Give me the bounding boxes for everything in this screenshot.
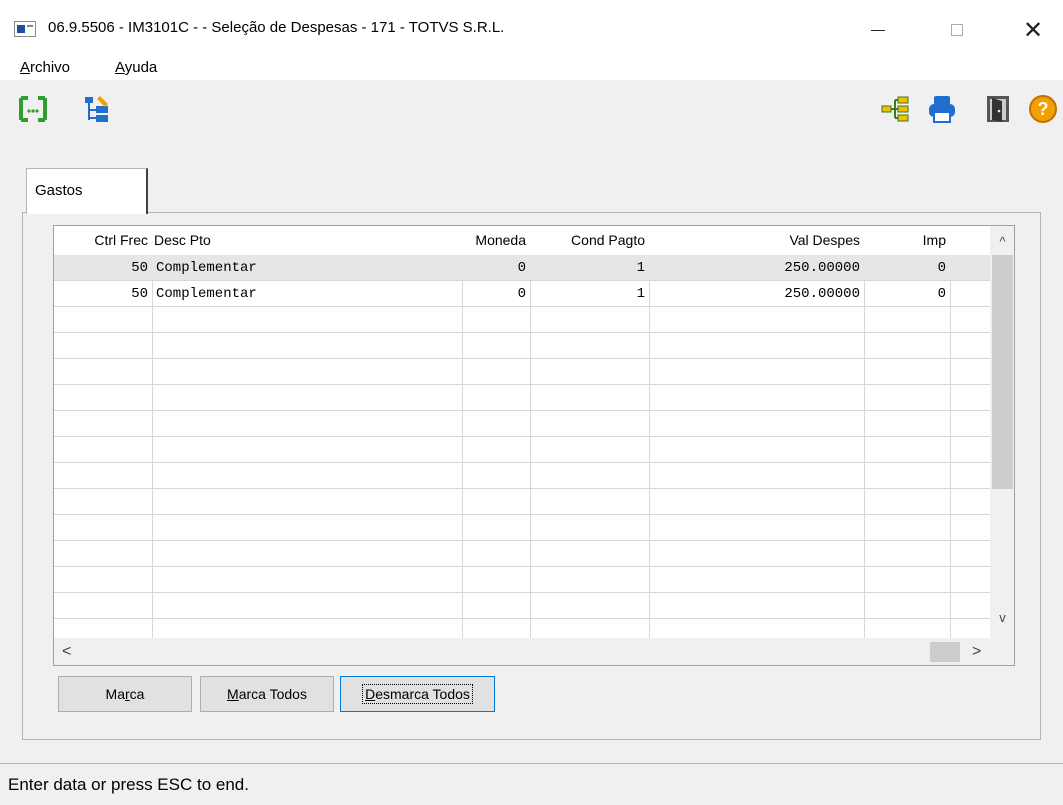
table-row[interactable] — [54, 333, 990, 359]
exit-door-icon[interactable] — [983, 94, 1013, 124]
menu-bar: Archivo Ayuda — [0, 58, 1063, 80]
table-cell[interactable]: 0 — [462, 281, 530, 307]
column-header[interactable]: Cond Pagto — [530, 226, 649, 255]
table-cell[interactable]: Complementar — [152, 255, 462, 281]
svg-text:?: ? — [1038, 99, 1049, 119]
menu-ayuda[interactable]: Ayuda — [115, 59, 157, 76]
column-header[interactable]: Desc Pto — [152, 226, 462, 255]
table-cell[interactable]: 0 — [864, 255, 950, 281]
brackets-icon[interactable] — [18, 94, 48, 124]
table-row[interactable]: 50 Complementar 0 1 250.00000 0 — [54, 281, 990, 307]
table-row[interactable] — [54, 567, 990, 593]
tab-gastos[interactable]: Gastos — [26, 168, 148, 214]
table-cell[interactable]: Complementar — [152, 281, 462, 307]
table-cell[interactable]: 1 — [530, 281, 649, 307]
toolbar: ? — [0, 84, 1063, 132]
scroll-left-arrow[interactable]: < — [62, 643, 71, 661]
table-row[interactable] — [54, 307, 990, 333]
scroll-up-arrow[interactable]: ^ — [990, 234, 1014, 249]
scroll-down-arrow[interactable]: v — [990, 610, 1014, 625]
table-row[interactable]: 50 Complementar 0 1 250.00000 0 — [54, 255, 990, 281]
minimize-icon — [871, 29, 885, 31]
vertical-scrollbar[interactable]: ^ v — [990, 226, 1014, 638]
table-row[interactable] — [54, 359, 990, 385]
help-icon[interactable]: ? — [1028, 94, 1058, 124]
table-row[interactable] — [54, 515, 990, 541]
tree-edit-icon[interactable] — [82, 94, 112, 124]
table-row[interactable] — [54, 593, 990, 619]
table-cell[interactable]: 50 — [54, 255, 152, 281]
table-row[interactable] — [54, 411, 990, 437]
marca-button[interactable]: Marca — [58, 676, 192, 712]
table-cell[interactable]: 250.00000 — [649, 281, 864, 307]
horizontal-scrollbar[interactable]: < > — [54, 638, 1014, 665]
table-row[interactable] — [54, 541, 990, 567]
table-row[interactable] — [54, 489, 990, 515]
app-icon[interactable] — [14, 21, 36, 37]
horizontal-scroll-thumb[interactable] — [930, 642, 960, 662]
hierarchy-icon[interactable] — [880, 94, 910, 124]
maximize-icon — [951, 24, 963, 36]
scroll-right-arrow[interactable]: > — [972, 643, 981, 661]
status-text: Enter data or press ESC to end. — [8, 775, 249, 794]
status-bar: Enter data or press ESC to end. — [0, 763, 1063, 805]
table-cell[interactable]: 250.00000 — [649, 255, 864, 281]
table-row[interactable] — [54, 385, 990, 411]
column-header[interactable]: Imp — [864, 226, 950, 255]
table-cell[interactable]: 50 — [54, 281, 152, 307]
column-header[interactable]: Val Despes — [649, 226, 864, 255]
vertical-scroll-thumb[interactable] — [992, 255, 1013, 489]
menu-archivo[interactable]: Archivo — [20, 59, 70, 76]
column-header[interactable]: Moneda — [462, 226, 530, 255]
minimize-button[interactable] — [855, 10, 901, 50]
grid-header: Ctrl Frec Desc Pto Moneda Cond Pagto Val Des… — [54, 226, 990, 255]
close-button[interactable]: ✕ — [1010, 10, 1056, 50]
table-row[interactable] — [54, 437, 990, 463]
table-cell[interactable]: 0 — [462, 255, 530, 281]
title-bar: 06.9.5506 - IM3101C - - Seleção de Despe… — [0, 0, 1063, 58]
tab-label: Gastos — [35, 182, 83, 199]
marca-todos-button[interactable]: Marca Todos — [200, 676, 334, 712]
table-row[interactable] — [54, 463, 990, 489]
column-header[interactable]: Ctrl Frec — [54, 226, 152, 255]
maximize-button[interactable] — [934, 10, 980, 50]
table-cell[interactable]: 1 — [530, 255, 649, 281]
table-cell[interactable]: 0 — [864, 281, 950, 307]
window-title: 06.9.5506 - IM3101C - - Seleção de Despe… — [48, 19, 505, 36]
printer-icon[interactable] — [927, 94, 957, 124]
expenses-grid[interactable]: Ctrl Frec Desc Pto Moneda Cond Pagto Val Des… — [53, 225, 1015, 666]
desmarca-todos-button[interactable]: Desmarca Todos — [340, 676, 495, 712]
